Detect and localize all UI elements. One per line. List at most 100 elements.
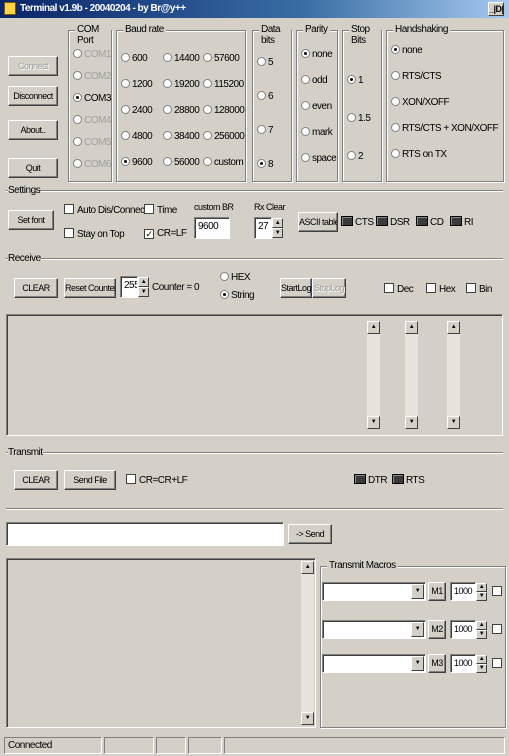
rx-clear-input[interactable]: 27 (254, 217, 272, 239)
handshaking-option-xon-xoff[interactable]: XON/XOFF (391, 97, 450, 108)
macro-3-button[interactable]: M3 (428, 654, 446, 673)
receive-hex-scrollbar[interactable]: ▲ ▼ (405, 321, 418, 429)
data-bits-option-6[interactable]: 6 (257, 91, 274, 102)
counter-up-arrow-icon[interactable]: ▲ (138, 277, 149, 287)
status-cell-2 (104, 737, 154, 754)
cr-lf-checkbox[interactable]: ✓ CR=LF (144, 228, 187, 240)
scroll-up-arrow-icon: ▲ (367, 321, 380, 334)
baud-option-4800[interactable]: 4800 (121, 131, 153, 142)
stop-bits-option-1-5[interactable]: 1.5 (347, 113, 371, 124)
status-cell-3 (156, 737, 186, 754)
receive-bin-scrollbar[interactable]: ▲ ▼ (447, 321, 460, 429)
macro-3-down-arrow-icon[interactable]: ▼ (476, 664, 487, 673)
ascii-table-button[interactable]: ASCII table (298, 212, 338, 232)
parity-option-none[interactable]: none (301, 49, 333, 60)
parity-option-mark[interactable]: mark (301, 127, 333, 138)
baud-option-128000[interactable]: 128000 (203, 105, 245, 116)
com-port-option-2[interactable]: COM2 (73, 71, 111, 82)
stop-bits-option-2[interactable]: 2 (347, 151, 364, 162)
com-port-option-6[interactable]: COM6 (73, 159, 111, 170)
cr-cr-lf-checkbox[interactable]: CR=CR+LF (126, 474, 188, 487)
macro-2-combo[interactable]: ▼ (322, 620, 426, 639)
transmit-scrollbar[interactable]: ▲ ▼ (301, 561, 314, 725)
macro-2-down-arrow-icon[interactable]: ▼ (476, 630, 487, 639)
com-port-option-3[interactable]: COM3 (73, 93, 111, 104)
app-icon (4, 2, 16, 15)
macro-3-interval[interactable]: 1000 (450, 654, 476, 673)
counter-down-arrow-icon[interactable]: ▼ (138, 287, 149, 297)
baud-option-600[interactable]: 600 (121, 53, 148, 64)
baud-option-1200[interactable]: 1200 (121, 79, 153, 90)
view-dec-checkbox[interactable]: Dec (384, 283, 414, 296)
stop-log-button[interactable]: StopLog (312, 278, 346, 298)
parity-option-even[interactable]: even (301, 101, 332, 112)
macro-1-down-arrow-icon[interactable]: ▼ (476, 592, 487, 601)
cd-led-icon (416, 216, 428, 226)
parity-option-space[interactable]: space (301, 153, 337, 164)
baud-option-115200[interactable]: 115200 (203, 79, 244, 90)
com-port-option-4[interactable]: COM4 (73, 115, 111, 126)
transmit-clear-button[interactable]: CLEAR (14, 470, 58, 490)
data-bits-option-8[interactable]: 8 (257, 159, 274, 170)
auto-dis-connect-checkbox[interactable]: Auto Dis/Connect (64, 204, 147, 217)
receive-text-scrollbar[interactable]: ▲ ▼ (367, 321, 380, 429)
macro-1-up-arrow-icon[interactable]: ▲ (476, 583, 487, 592)
view-bin-checkbox[interactable]: Bin (466, 283, 492, 296)
rts-led-icon (392, 474, 404, 484)
baud-option-56000[interactable]: 56000 (163, 157, 200, 168)
handshaking-option-rts-cts[interactable]: RTS/CTS (391, 71, 442, 82)
data-bits-option-7[interactable]: 7 (257, 125, 274, 136)
baud-option-38400[interactable]: 38400 (163, 131, 200, 142)
macro-1-button[interactable]: M1 (428, 582, 446, 601)
view-hex-checkbox[interactable]: Hex (426, 283, 456, 296)
reset-counter-button[interactable]: Reset Counter (64, 278, 116, 298)
baud-option-2400[interactable]: 2400 (121, 105, 153, 116)
stay-on-top-checkbox[interactable]: Stay on Top (64, 228, 125, 241)
macro-3-combo[interactable]: ▼ (322, 654, 426, 673)
send-file-button[interactable]: Send File (64, 470, 116, 490)
baud-option-14400[interactable]: 14400 (163, 53, 200, 64)
window-control-button[interactable]: _|D| (488, 2, 504, 16)
macro-3-repeat-checkbox[interactable] (492, 658, 505, 671)
transmit-input[interactable] (6, 522, 284, 546)
receive-mode-hex[interactable]: HEX (220, 272, 251, 283)
stop-bits-label: Stop Bits (349, 24, 381, 46)
baud-option-28800[interactable]: 28800 (163, 105, 200, 116)
baud-option-256000[interactable]: 256000 (203, 131, 245, 142)
receive-clear-button[interactable]: CLEAR (14, 278, 58, 298)
handshaking-option-rts-on-tx[interactable]: RTS on TX (391, 149, 447, 160)
baud-option-9600[interactable]: 9600 (121, 157, 153, 168)
start-log-button[interactable]: StartLog (280, 278, 312, 298)
counter-spin-input[interactable]: 255 (120, 276, 138, 298)
macro-1-repeat-checkbox[interactable] (492, 586, 505, 599)
quit-button[interactable]: Quit (8, 158, 58, 178)
macro-2-button[interactable]: M2 (428, 620, 446, 639)
macro-1-interval[interactable]: 1000 (450, 582, 476, 601)
handshaking-option-none[interactable]: none (391, 45, 423, 56)
macro-3-up-arrow-icon[interactable]: ▲ (476, 655, 487, 664)
stop-bits-option-1[interactable]: 1 (347, 75, 364, 86)
set-font-button[interactable]: Set font (8, 210, 54, 230)
rx-clear-up-arrow-icon[interactable]: ▲ (272, 218, 283, 228)
com-port-option-1[interactable]: COM1 (73, 49, 111, 60)
parity-option-odd[interactable]: odd (301, 75, 328, 86)
macro-2-repeat-checkbox[interactable] (492, 624, 505, 637)
data-bits-option-5[interactable]: 5 (257, 57, 274, 68)
macro-1-combo[interactable]: ▼ (322, 582, 426, 601)
handshaking-option-rts-cts-xon-xoff[interactable]: RTS/CTS + XON/XOFF (391, 123, 499, 134)
connect-button[interactable]: Connect (8, 56, 58, 76)
macro-2-up-arrow-icon[interactable]: ▲ (476, 621, 487, 630)
baud-option-custom[interactable]: custom (203, 157, 244, 168)
settings-label: Settings (8, 185, 41, 196)
time-checkbox[interactable]: Time (144, 204, 177, 217)
rx-clear-down-arrow-icon[interactable]: ▼ (272, 228, 283, 238)
baud-option-19200[interactable]: 19200 (163, 79, 200, 90)
about-button[interactable]: About.. (8, 120, 58, 140)
receive-mode-string[interactable]: String (220, 290, 255, 301)
disconnect-button[interactable]: Disconnect (8, 86, 58, 106)
send-button[interactable]: -> Send (288, 524, 332, 544)
com-port-option-5[interactable]: COM5 (73, 137, 111, 148)
baud-option-57600[interactable]: 57600 (203, 53, 240, 64)
custom-br-input[interactable]: 9600 (194, 217, 230, 239)
macro-2-interval[interactable]: 1000 (450, 620, 476, 639)
